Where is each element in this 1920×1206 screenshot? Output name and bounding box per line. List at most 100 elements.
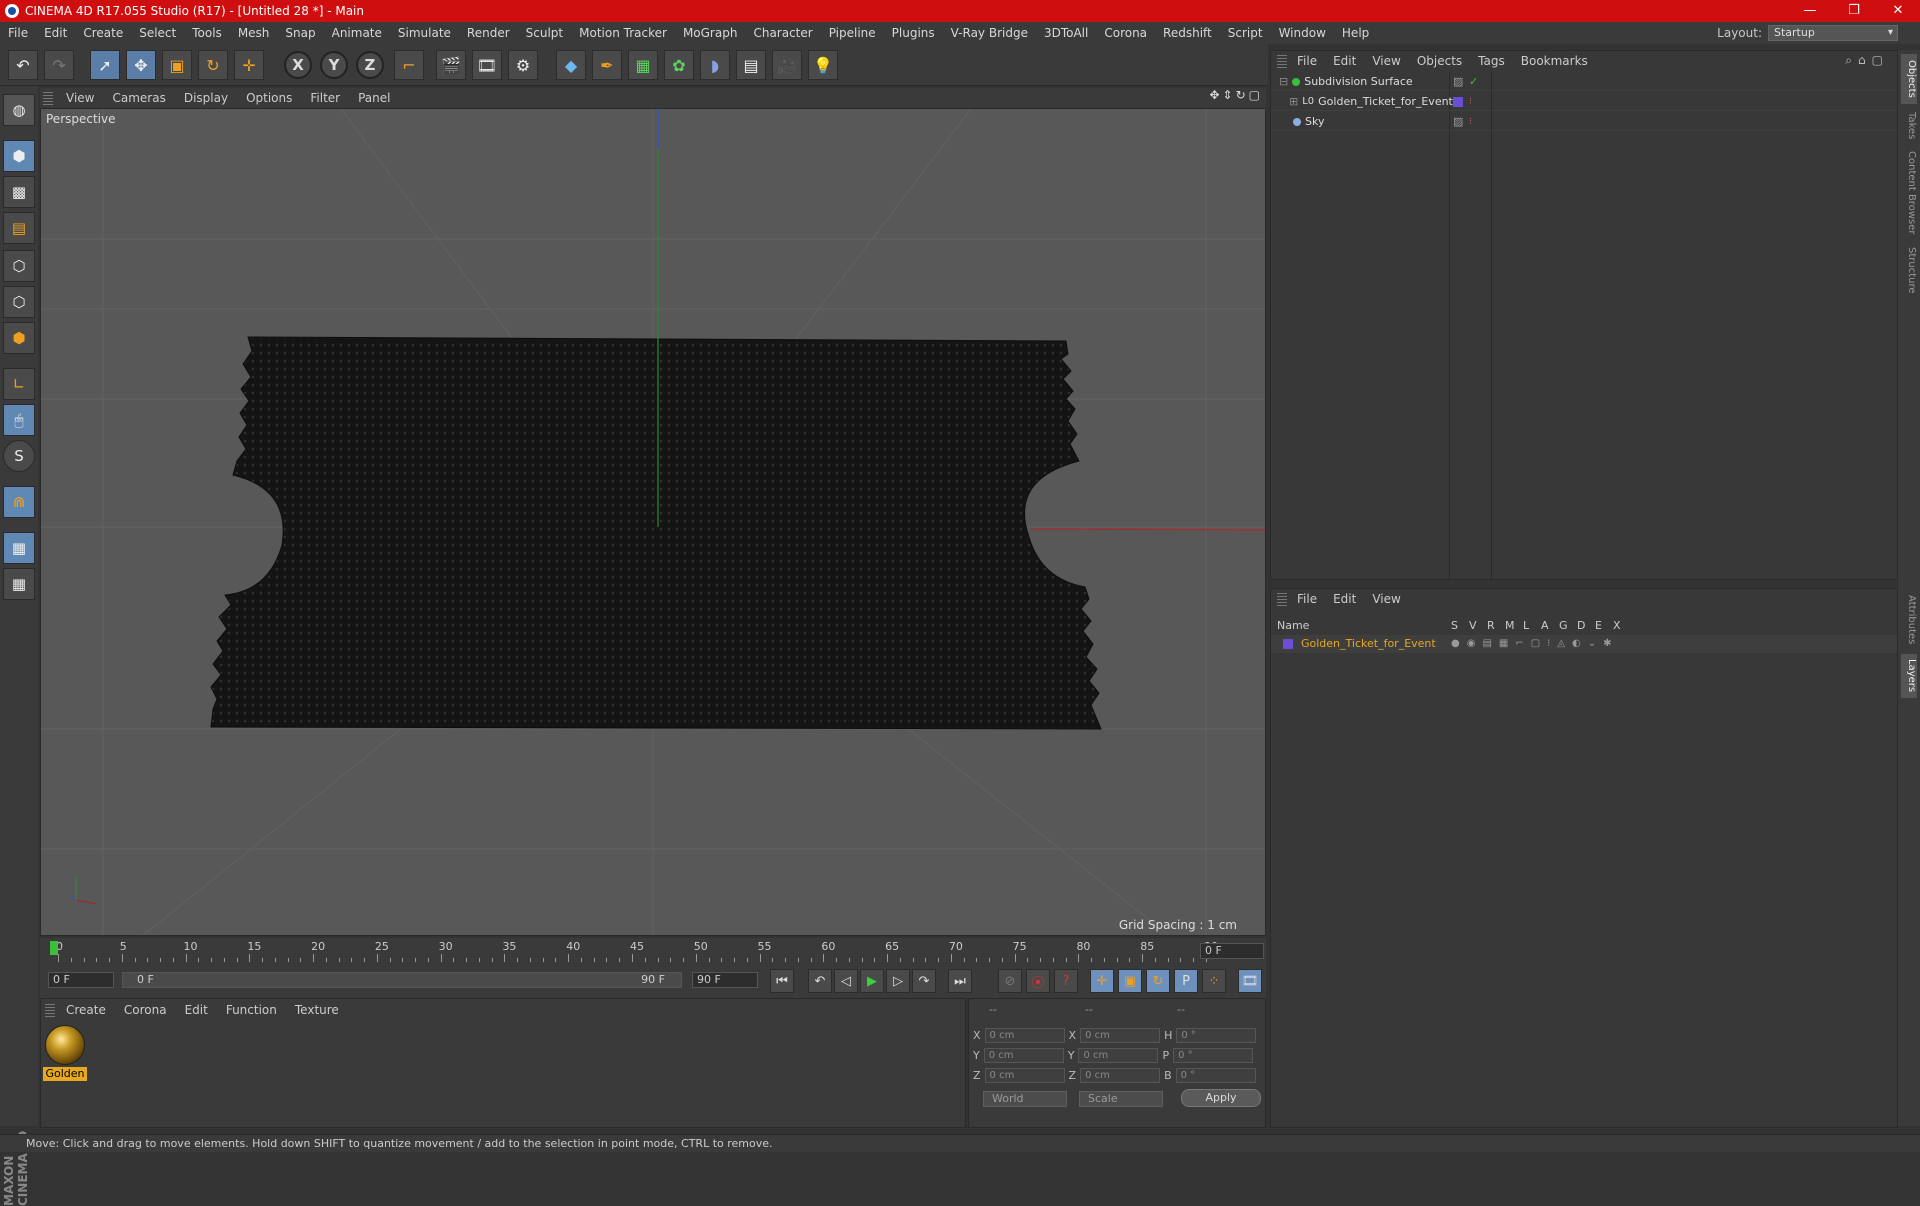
rotation-h-field[interactable]: 0 ° — [1176, 1027, 1257, 1043]
rotate-icon[interactable]: ↻ — [198, 50, 228, 80]
key-position-icon[interactable]: ✛ — [1090, 969, 1114, 993]
live-selection-icon[interactable]: ➚ — [90, 50, 120, 80]
menu-file[interactable]: File — [0, 26, 36, 40]
menu-help[interactable]: Help — [1334, 26, 1377, 40]
om-menu-objects[interactable]: Objects — [1409, 54, 1470, 68]
om-menu-file[interactable]: File — [1289, 54, 1325, 68]
col-x[interactable]: X — [1613, 619, 1621, 632]
viewport-menu-filter[interactable]: Filter — [301, 91, 349, 105]
material-menu-corona[interactable]: Corona — [115, 1003, 176, 1017]
current-frame-field[interactable]: 0 F — [1200, 943, 1264, 959]
menu-render[interactable]: Render — [459, 26, 518, 40]
col-a[interactable]: A — [1541, 619, 1549, 632]
menu-simulate[interactable]: Simulate — [390, 26, 459, 40]
tab-objects[interactable]: Objects — [1901, 54, 1917, 104]
record-keys-icon[interactable]: ⦿ — [1026, 969, 1050, 993]
layer-name[interactable]: Golden_Ticket_for_Event — [1301, 637, 1436, 650]
menu-corona[interactable]: Corona — [1096, 26, 1155, 40]
golden-ticket-mesh[interactable] — [210, 336, 1102, 730]
frame-range-slider[interactable]: 0 F 90 F — [122, 972, 682, 988]
menu-select[interactable]: Select — [131, 26, 184, 40]
object-row[interactable]: ⊞ L0 Golden_Ticket_for_Event ⁝ — [1271, 93, 1897, 111]
next-keyframe-icon[interactable]: ↷ — [912, 969, 936, 993]
axis-mode-icon[interactable]: ∟ — [3, 368, 35, 400]
col-d[interactable]: D — [1577, 619, 1585, 632]
lm-menu-view[interactable]: View — [1364, 592, 1408, 606]
axis-y-lock[interactable]: Y — [320, 51, 348, 79]
go-to-end-icon[interactable]: ⏭ — [948, 969, 972, 993]
col-name[interactable]: Name — [1277, 619, 1309, 632]
menu-vray-bridge[interactable]: V-Ray Bridge — [943, 26, 1036, 40]
previous-keyframe-icon[interactable]: ↶ — [808, 969, 832, 993]
layer-toggle-icons[interactable]: ●◉▤▦⌐▢⁝◬◐⌄✱ — [1451, 638, 1619, 649]
position-z-field[interactable]: 0 cm — [984, 1067, 1065, 1083]
workplane-icon[interactable]: ▤ — [3, 212, 35, 244]
key-scale-icon[interactable]: ▣ — [1118, 969, 1142, 993]
menu-window[interactable]: Window — [1271, 26, 1334, 40]
snap-icon[interactable]: ⋒ — [3, 486, 35, 518]
menu-edit[interactable]: Edit — [36, 26, 75, 40]
tab-structure[interactable]: Structure — [1901, 242, 1917, 298]
om-menu-tags[interactable]: Tags — [1470, 54, 1513, 68]
key-parameter-icon[interactable]: P — [1174, 969, 1198, 993]
move-icon[interactable]: ✥ — [126, 50, 156, 80]
tweak-mode-icon[interactable]: 🖱 — [3, 404, 35, 436]
coordinate-system-icon[interactable]: ⌐ — [394, 50, 424, 80]
size-z-field[interactable]: 0 cm — [1080, 1067, 1161, 1083]
tab-takes[interactable]: Takes — [1901, 106, 1917, 146]
menu-mograph[interactable]: MoGraph — [675, 26, 746, 40]
maximize-view-icon[interactable]: ▢ — [1249, 88, 1260, 102]
zoom-view-icon[interactable]: ⇕ — [1223, 88, 1233, 102]
menu-tools[interactable]: Tools — [184, 26, 230, 40]
col-m[interactable]: M — [1505, 619, 1515, 632]
locked-workplane-icon[interactable]: ▦ — [3, 568, 35, 600]
object-name[interactable]: Subdivision Surface — [1304, 75, 1412, 88]
deformer-icon[interactable]: ◗ — [700, 50, 730, 80]
tab-attributes[interactable]: Attributes — [1901, 590, 1917, 650]
rotate-view-icon[interactable]: ↻ — [1236, 88, 1246, 102]
viewport-menu-panel[interactable]: Panel — [349, 91, 399, 105]
pen-spline-icon[interactable]: ✒ — [592, 50, 622, 80]
enabled-check-icon[interactable]: ✓ — [1469, 75, 1478, 88]
menu-pipeline[interactable]: Pipeline — [821, 26, 884, 40]
layer-row[interactable]: Golden_Ticket_for_Event ●◉▤▦⌐▢⁝◬◐⌄✱ — [1271, 635, 1897, 653]
layer-color-swatch[interactable] — [1283, 638, 1293, 649]
timeline-window-icon[interactable]: 🎞 — [1238, 969, 1262, 993]
model-mode-icon[interactable]: ⬢ — [3, 140, 35, 172]
material-menu-edit[interactable]: Edit — [176, 1003, 217, 1017]
material-preview-golden[interactable] — [45, 1025, 85, 1065]
viewport-menu-cameras[interactable]: Cameras — [103, 91, 174, 105]
size-y-field[interactable]: 0 cm — [1078, 1047, 1159, 1063]
editor-visibility-icon[interactable]: ▨ — [1453, 75, 1463, 88]
col-v[interactable]: V — [1469, 619, 1477, 632]
object-name[interactable]: Golden_Ticket_for_Event — [1318, 95, 1453, 108]
subdivision-surface-icon[interactable]: ▦ — [628, 50, 658, 80]
cloner-icon[interactable]: ✿ — [664, 50, 694, 80]
material-menu-texture[interactable]: Texture — [286, 1003, 348, 1017]
edges-mode-icon[interactable]: ⬡ — [3, 286, 35, 318]
tab-layers[interactable]: Layers — [1901, 654, 1917, 698]
expand-icon[interactable]: ⊞ — [1289, 95, 1298, 108]
col-l[interactable]: L — [1523, 619, 1529, 632]
lm-menu-edit[interactable]: Edit — [1325, 592, 1364, 606]
next-frame-icon[interactable]: ▷ — [886, 969, 910, 993]
viewport-menu-display[interactable]: Display — [175, 91, 237, 105]
make-editable-icon[interactable]: ◍ — [3, 94, 35, 126]
col-e[interactable]: E — [1595, 619, 1602, 632]
polygons-mode-icon[interactable]: ⬢ — [3, 322, 35, 354]
tab-content-browser[interactable]: Content Browser — [1901, 148, 1917, 238]
object-row[interactable]: Sky ▨ ⁝ — [1271, 113, 1897, 131]
rotation-p-field[interactable]: 0 ° — [1173, 1047, 1254, 1063]
position-x-field[interactable]: 0 cm — [984, 1027, 1065, 1043]
pan-view-icon[interactable]: ✥ — [1209, 88, 1219, 102]
coord-mode-dropdown[interactable]: World — [983, 1091, 1067, 1107]
apply-button[interactable]: Apply — [1181, 1089, 1261, 1107]
layer-color-swatch[interactable] — [1453, 96, 1463, 107]
material-name-label[interactable]: Golden — [43, 1067, 87, 1081]
col-s[interactable]: S — [1451, 619, 1458, 632]
col-g[interactable]: G — [1559, 619, 1568, 632]
render-settings-icon[interactable]: ⚙ — [508, 50, 538, 80]
menu-script[interactable]: Script — [1220, 26, 1271, 40]
rotation-b-field[interactable]: 0 ° — [1175, 1067, 1256, 1083]
visibility-dots-icon[interactable]: ⁝ — [1469, 97, 1472, 107]
